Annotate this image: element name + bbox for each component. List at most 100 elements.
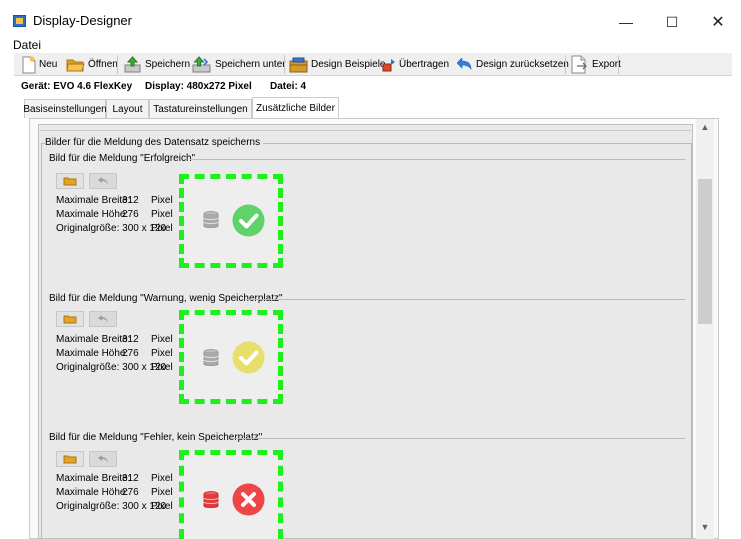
close-button[interactable]: ✕ [695, 9, 741, 35]
max-width-value: 312 [122, 473, 139, 484]
group-title: Bilder für die Meldung des Datensatz spe… [45, 137, 264, 148]
design-examples-label: Design Beispiele [311, 59, 386, 70]
section-divider [246, 299, 685, 300]
original-size-unit: Pixel [151, 223, 173, 234]
check-circle-icon [232, 341, 265, 374]
open-label: Öffnen [88, 59, 118, 70]
image-preview-success[interactable] [179, 174, 283, 268]
original-size: Originalgröße: 300 x 120 [56, 501, 167, 512]
scroll-up-button[interactable]: ▲ [696, 119, 714, 135]
menu-bar: Datei [0, 38, 741, 52]
transfer-label: Übertragen [399, 59, 450, 70]
clear-image-button[interactable] [89, 173, 117, 189]
max-width-label: Maximale Breite: [56, 473, 131, 484]
toolbar-separator [117, 55, 118, 74]
export-icon [571, 55, 587, 74]
max-height-label: Maximale Höhe: [56, 348, 129, 359]
section-title-success: Bild für die Meldung "Erfolgreich" [49, 153, 196, 164]
window-title: Display-Designer [33, 13, 132, 28]
save-label: Speichern [145, 59, 191, 70]
undo-arrow-icon [98, 177, 108, 185]
folder-icon [63, 177, 77, 186]
max-height-value: 276 [122, 348, 139, 359]
divider [40, 130, 691, 131]
max-height-value: 276 [122, 209, 139, 220]
tab-basiseinstellungen[interactable]: Basiseinstellungen [23, 99, 107, 118]
original-size: Originalgröße: 300 x 120 [56, 223, 167, 234]
tab-layout[interactable]: Layout [106, 99, 149, 118]
x-circle-icon [232, 483, 265, 516]
export-button[interactable]: Export [570, 53, 621, 76]
open-button[interactable]: Öffnen [66, 53, 118, 76]
max-width-unit: Pixel [151, 473, 173, 484]
folder-icon [63, 455, 77, 464]
folder-open-icon [66, 59, 85, 72]
max-height-label: Maximale Höhe: [56, 209, 129, 220]
image-preview-error[interactable] [179, 450, 283, 539]
max-height-unit: Pixel [151, 487, 173, 498]
folder-icon [63, 315, 77, 324]
max-height-unit: Pixel [151, 209, 173, 220]
original-size-unit: Pixel [151, 501, 173, 512]
group-border-left [41, 143, 42, 539]
new-file-icon [22, 56, 36, 73]
database-icon [203, 349, 219, 366]
transfer-icon [382, 58, 395, 71]
original-size-unit: Pixel [151, 362, 173, 373]
vertical-scrollbar[interactable]: ▲ ▼ [696, 119, 714, 539]
group-border-right [691, 143, 692, 539]
max-width-unit: Pixel [151, 195, 173, 206]
clear-image-button[interactable] [89, 451, 117, 467]
design-examples-icon [289, 57, 308, 72]
save-icon [124, 56, 141, 73]
max-width-label: Maximale Breite: [56, 195, 131, 206]
reset-design-label: Design zurücksetzen [476, 59, 569, 70]
image-preview-warning[interactable] [179, 310, 283, 404]
maximize-button[interactable]: ☐ [649, 9, 695, 35]
reset-icon [457, 57, 472, 70]
toolbar: Neu Öffnen Speichern Speichern unter Des… [14, 53, 732, 76]
minimize-button[interactable]: — [603, 9, 649, 35]
file-info: Datei: 4 [270, 81, 307, 92]
toolbar-separator [565, 55, 566, 74]
toolbar-separator [284, 55, 285, 74]
section-divider [231, 438, 685, 439]
save-as-label: Speichern unter [215, 59, 286, 70]
save-as-icon [192, 56, 211, 73]
design-examples-button[interactable]: Design Beispiele [289, 53, 386, 76]
max-height-label: Maximale Höhe: [56, 487, 129, 498]
scroll-thumb[interactable] [698, 179, 712, 324]
check-circle-icon [232, 204, 265, 237]
export-label: Export [592, 59, 621, 70]
load-image-button[interactable] [56, 173, 84, 189]
max-height-unit: Pixel [151, 348, 173, 359]
device-info: Gerät: EVO 4.6 FlexKey [21, 81, 133, 92]
title-bar: Display-Designer — ☐ ✕ [0, 0, 741, 38]
section-divider [190, 159, 685, 160]
menu-datei[interactable]: Datei [13, 38, 41, 52]
max-width-label: Maximale Breite: [56, 334, 131, 345]
toolbar-separator [618, 55, 619, 74]
display-info: Display: 480x272 Pixel [145, 81, 252, 92]
save-as-button[interactable]: Speichern unter [191, 53, 286, 76]
max-height-value: 276 [122, 487, 139, 498]
transfer-button[interactable]: Übertragen [382, 53, 449, 76]
save-button[interactable]: Speichern [123, 53, 190, 76]
undo-arrow-icon [98, 315, 108, 323]
app-icon [13, 15, 26, 27]
max-width-value: 312 [122, 195, 139, 206]
database-icon [203, 211, 219, 228]
tab-zusaetzliche-bilder[interactable]: Zusätzliche Bilder [252, 97, 339, 118]
clear-image-button[interactable] [89, 311, 117, 327]
load-image-button[interactable] [56, 451, 84, 467]
original-size: Originalgröße: 300 x 120 [56, 362, 167, 373]
scroll-down-button[interactable]: ▼ [696, 519, 714, 535]
new-button[interactable]: Neu [22, 53, 57, 76]
undo-arrow-icon [98, 455, 108, 463]
load-image-button[interactable] [56, 311, 84, 327]
tab-tastatureinstellungen[interactable]: Tastatureinstellungen [149, 99, 252, 118]
max-width-value: 312 [122, 334, 139, 345]
new-label: Neu [39, 59, 58, 70]
database-icon [203, 491, 219, 508]
reset-design-button[interactable]: Design zurücksetzen [457, 53, 569, 76]
